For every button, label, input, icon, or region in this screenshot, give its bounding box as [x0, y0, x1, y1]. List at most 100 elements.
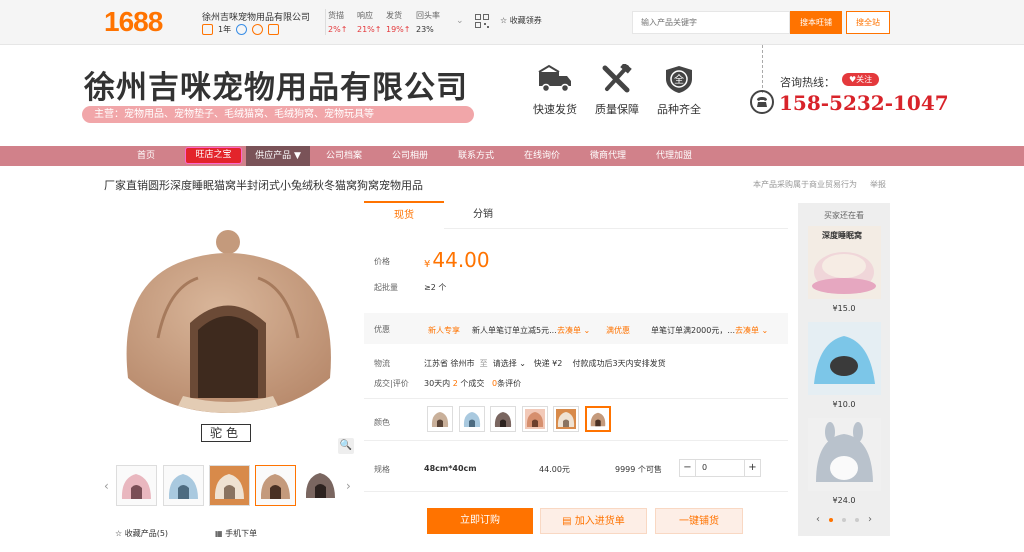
quantity-input[interactable]: 0	[696, 460, 744, 476]
promo-newcomer-tag: 新人专享	[428, 326, 460, 335]
svg-text:全: 全	[674, 73, 684, 86]
one-click-distribute-button[interactable]: 一键铺货	[655, 508, 743, 534]
related-item-2-price: ¥10.0	[832, 400, 856, 409]
report-link[interactable]: 举报	[870, 179, 886, 190]
favorite-product-link[interactable]: ☆ 收藏产品(5)	[115, 528, 168, 539]
decrement-button[interactable]: −	[680, 460, 696, 476]
verified-icon	[236, 24, 248, 35]
stat-shipping: 发货 19%↑	[386, 11, 411, 34]
divider	[762, 45, 763, 93]
chevron-right-icon[interactable]: ›	[346, 479, 351, 493]
nav-album[interactable]: 公司相册	[384, 146, 436, 166]
thumbnail-cream[interactable]	[209, 465, 250, 506]
membership-icon	[202, 24, 213, 35]
divider	[364, 491, 788, 492]
certificate-icon	[268, 24, 280, 35]
color-row-label: 颜色	[374, 418, 390, 427]
reviews-link[interactable]: 条评价	[497, 379, 521, 388]
related-item-1-price: ¥15.0	[832, 304, 856, 313]
tab-distribution[interactable]: 分销	[448, 201, 518, 229]
pager-dot[interactable]	[842, 517, 846, 522]
hotline-label: 咨询热线：	[780, 76, 835, 89]
promo-discount-tag: 满优惠	[606, 326, 630, 335]
related-item-1-caption: 深度睡眠窝	[822, 231, 862, 240]
buy-now-button[interactable]: 立即订购	[427, 508, 533, 534]
product-main-image[interactable]	[108, 228, 353, 428]
thumbnail-pink[interactable]	[116, 465, 157, 506]
search-input[interactable]	[632, 11, 790, 34]
related-item-3[interactable]	[808, 418, 881, 491]
trade-label: 成交|评价	[374, 379, 409, 388]
search-shop-button[interactable]: 搜本旺铺	[790, 11, 842, 34]
trade-row: 30天内 2 个成交 0条评价	[424, 379, 522, 388]
shop-name-link[interactable]: 徐州吉咪宠物用品有限公司	[202, 10, 310, 23]
related-title: 买家还在看	[824, 211, 864, 220]
promo-label: 优惠	[374, 325, 390, 334]
nav-contact[interactable]: 联系方式	[450, 146, 502, 166]
member-years: 1年	[218, 25, 232, 34]
pager-dot[interactable]	[829, 517, 833, 522]
mobile-order-link[interactable]: ▦ 手机下单	[215, 528, 257, 539]
truck-icon	[538, 64, 571, 93]
divider	[325, 9, 326, 35]
phone-icon	[750, 90, 774, 114]
stat-description: 货描 2%↑	[328, 11, 348, 34]
spec-stock: 9999 个可售	[615, 465, 662, 474]
star-icon: ☆	[500, 16, 510, 25]
shop-badges: 1年	[202, 24, 280, 35]
nav-home[interactable]: 首页	[124, 146, 168, 166]
color-swatch-2[interactable]	[459, 406, 485, 432]
star-icon: ☆	[115, 529, 125, 538]
qr-code-icon[interactable]	[475, 14, 489, 28]
nav-inquiry[interactable]: 在线询价	[516, 146, 568, 166]
feature-variety: 全 品种齐全	[649, 64, 709, 117]
thumbnail-camel[interactable]	[255, 465, 296, 506]
chevron-down-icon[interactable]: ⌄	[456, 16, 464, 26]
pager-dot[interactable]	[855, 517, 859, 522]
search-all-button[interactable]: 搜全站	[846, 11, 890, 34]
promo-discount-link[interactable]: 去凑单 ⌄	[735, 325, 768, 336]
spec-label: 规格	[374, 465, 390, 474]
related-item-2[interactable]	[808, 322, 881, 395]
chevron-left-icon[interactable]: ‹	[816, 514, 820, 525]
phone-number: 158-5232-1047	[779, 91, 949, 115]
follow-button[interactable]: ♥关注	[842, 73, 880, 86]
destination-select[interactable]: 请选择 ⌄	[493, 359, 526, 368]
divider	[364, 440, 788, 441]
nav-profile[interactable]: 公司档案	[318, 146, 370, 166]
stat-response: 响应 21%↑	[357, 11, 382, 34]
color-swatch-5[interactable]	[553, 406, 579, 432]
nav-hot-item[interactable]: 旺店之宝	[186, 148, 241, 163]
spec-size: 48cm*40cm	[424, 464, 477, 473]
thumbnail-blue[interactable]	[163, 465, 204, 506]
feature-fast-shipping: 快速发货	[525, 64, 585, 117]
spec-price: 44.00元	[539, 465, 570, 474]
nav-agent[interactable]: 微商代理	[582, 146, 634, 166]
related-item-3-price: ¥24.0	[832, 496, 856, 505]
nav-products-dropdown[interactable]: 供应产品 ▼	[246, 146, 310, 166]
tab-in-stock[interactable]: 现货	[364, 201, 444, 229]
company-title: 徐州吉咪宠物用品有限公司	[84, 70, 468, 106]
color-swatch-4[interactable]	[522, 406, 548, 432]
increment-button[interactable]: +	[744, 460, 760, 476]
color-swatch-camel-selected[interactable]	[585, 406, 611, 432]
collect-coupon-link[interactable]: ☆ 收藏领券	[500, 15, 542, 26]
feature-quality: 质量保障	[587, 64, 647, 117]
nav-franchise[interactable]: 代理加盟	[648, 146, 700, 166]
thumbnail-brown[interactable]	[301, 465, 342, 506]
color-swatch-1[interactable]	[427, 406, 453, 432]
chevron-right-icon[interactable]: ›	[868, 514, 872, 525]
moq-label: 起批量	[374, 283, 398, 292]
site-logo[interactable]: 1688	[104, 6, 163, 38]
logistics-row: 江苏省 徐州市 至 请选择 ⌄ 快递 ¥2 付款成功后3天内安排发货	[424, 359, 666, 368]
guarantee-icon	[252, 24, 264, 35]
add-to-cart-button[interactable]: ▤ 加入进货单	[540, 508, 647, 534]
qr-code-icon: ▦	[215, 529, 226, 538]
promo-newcomer-link[interactable]: 去凑单 ⌄	[557, 325, 590, 336]
zoom-icon[interactable]: 🔍	[338, 438, 354, 454]
moq-value: ≥2 个	[424, 283, 447, 292]
product-title: 厂家直销圆形深度睡眠猫窝半封闭式小兔绒秋冬猫窝狗窝宠物用品	[104, 179, 423, 192]
quantity-stepper: − 0 +	[679, 459, 761, 477]
shield-icon: 全	[666, 66, 692, 93]
color-swatch-3[interactable]	[490, 406, 516, 432]
